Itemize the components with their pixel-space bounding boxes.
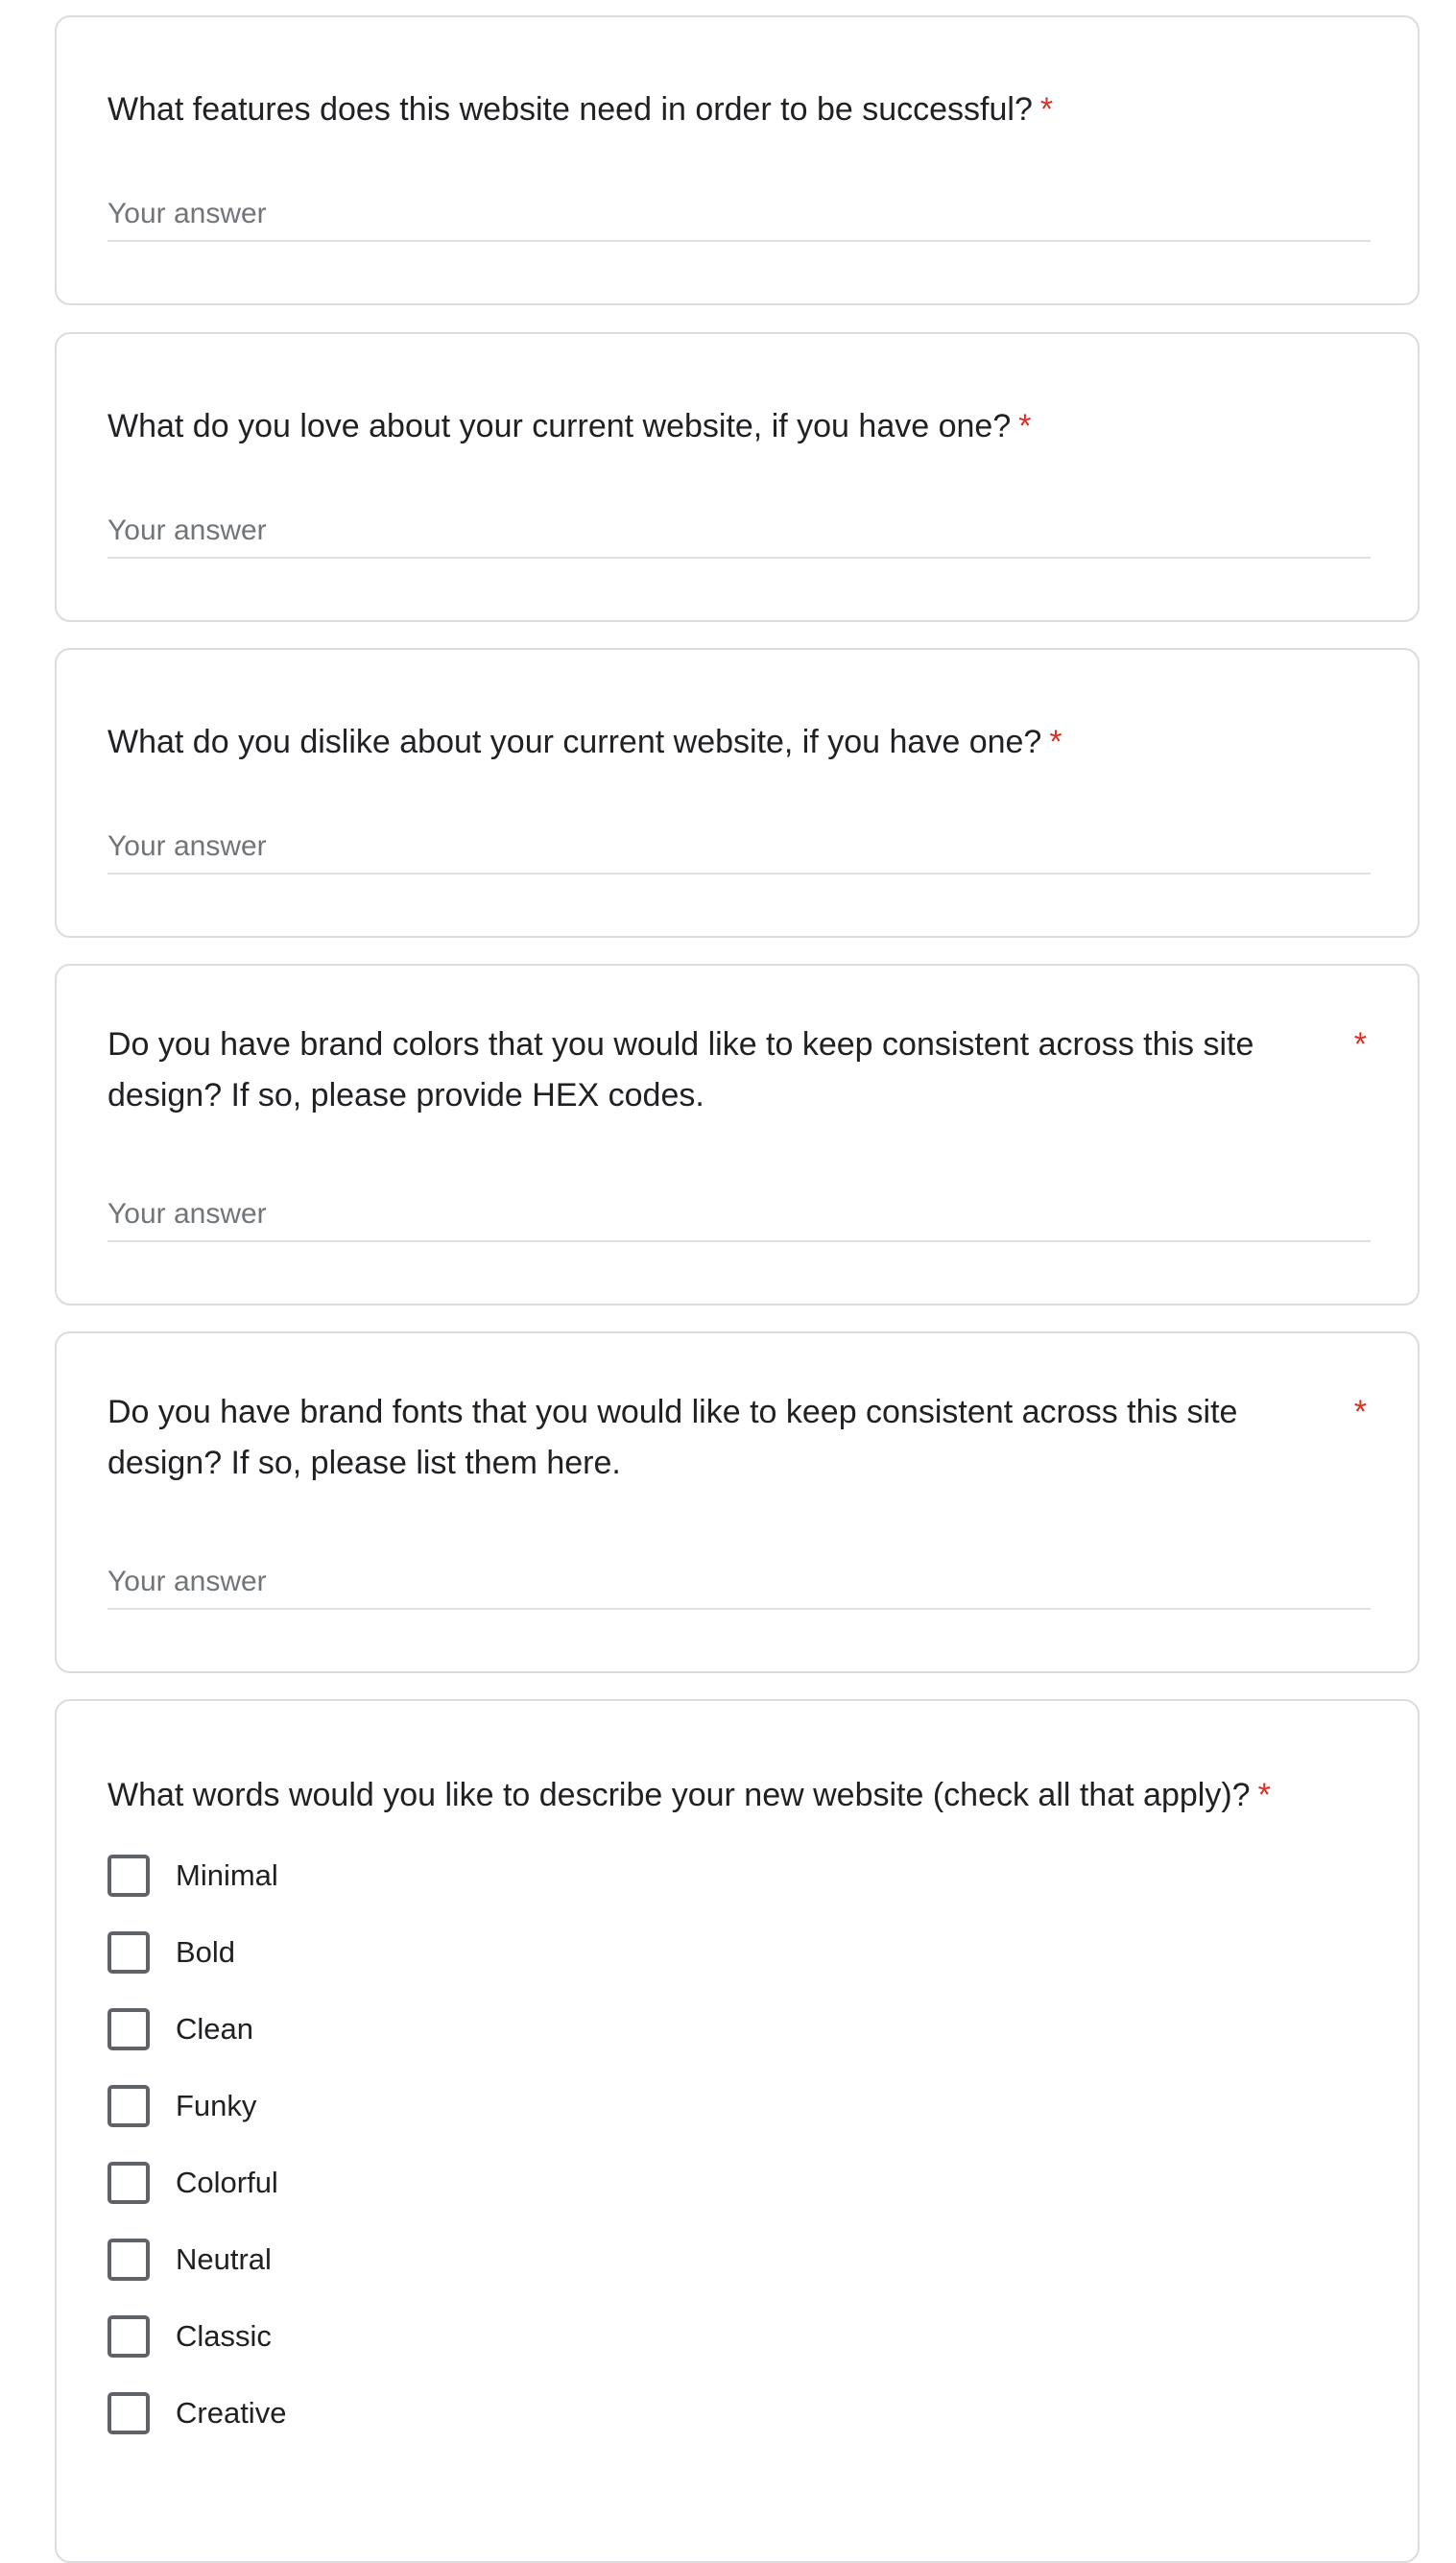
question-card-features: What features does this website need in …	[55, 15, 1420, 305]
required-asterisk: *	[1353, 1026, 1367, 1063]
option-label: Neutral	[176, 2242, 272, 2276]
required-asterisk: *	[1257, 1777, 1271, 1813]
answer-input-dislike-current-site[interactable]	[107, 821, 1371, 874]
checkbox-option-bold[interactable]: Bold	[107, 1930, 235, 1975]
option-label: Classic	[176, 2319, 272, 2353]
option-label: Funky	[176, 2089, 257, 2122]
checkbox-option-minimal[interactable]: Minimal	[107, 1854, 278, 1898]
checkbox-option-creative[interactable]: Creative	[107, 2391, 286, 2435]
option-label: Bold	[176, 1935, 236, 1969]
question-title-row: What do you love about your current webs…	[107, 401, 1367, 452]
question-title-row: What features does this website need in …	[107, 84, 1367, 135]
checkbox-option-classic[interactable]: Classic	[107, 2314, 272, 2359]
question-text: What words would you like to describe yo…	[107, 1777, 1251, 1813]
question-card-brand-colors: Do you have brand colors that you would …	[55, 964, 1420, 1305]
question-card-describe-words: What words would you like to describe yo…	[55, 1699, 1420, 2563]
option-label: Minimal	[176, 1858, 278, 1892]
question-text: What do you love about your current webs…	[107, 408, 1012, 444]
question-card-dislike-current-site: What do you dislike about your current w…	[55, 648, 1420, 938]
option-label: Creative	[176, 2396, 287, 2430]
question-card-brand-fonts: Do you have brand fonts that you would l…	[55, 1331, 1420, 1673]
required-asterisk: *	[1049, 724, 1062, 760]
option-label: Colorful	[176, 2166, 278, 2199]
checkbox-icon[interactable]	[107, 2315, 150, 2358]
checkbox-option-clean[interactable]: Clean	[107, 2007, 253, 2051]
answer-input-love-current-site[interactable]	[107, 505, 1371, 559]
option-label: Clean	[176, 2012, 253, 2046]
question-title-row: What words would you like to describe yo…	[107, 1770, 1367, 1821]
required-asterisk: *	[1039, 91, 1054, 128]
question-text: Do you have brand colors that you would …	[107, 1026, 1254, 1114]
checkbox-option-funky[interactable]: Funky	[107, 2084, 256, 2128]
answer-input-brand-colors[interactable]	[107, 1188, 1371, 1242]
checkbox-icon[interactable]	[107, 1855, 150, 1897]
checkbox-option-colorful[interactable]: Colorful	[107, 2161, 278, 2205]
question-text: Do you have brand fonts that you would l…	[107, 1394, 1238, 1481]
question-text: What do you dislike about your current w…	[107, 724, 1042, 760]
question-title-row: Do you have brand fonts that you would l…	[107, 1387, 1367, 1489]
checkbox-icon[interactable]	[107, 2239, 150, 2281]
required-asterisk: *	[1353, 1394, 1367, 1430]
checkbox-icon[interactable]	[107, 2162, 150, 2204]
question-card-love-current-site: What do you love about your current webs…	[55, 332, 1420, 622]
answer-input-brand-fonts[interactable]	[107, 1556, 1371, 1610]
required-asterisk: *	[1018, 408, 1032, 444]
checkbox-icon[interactable]	[107, 2392, 150, 2434]
checkbox-icon[interactable]	[107, 2085, 150, 2127]
question-text: What features does this website need in …	[107, 91, 1033, 128]
question-title-row: Do you have brand colors that you would …	[107, 1019, 1367, 1121]
question-title-row: What do you dislike about your current w…	[107, 717, 1367, 768]
checkbox-icon[interactable]	[107, 2008, 150, 2050]
checkbox-option-neutral[interactable]: Neutral	[107, 2238, 272, 2282]
answer-input-features[interactable]	[107, 188, 1371, 242]
checkbox-icon[interactable]	[107, 1931, 150, 1974]
